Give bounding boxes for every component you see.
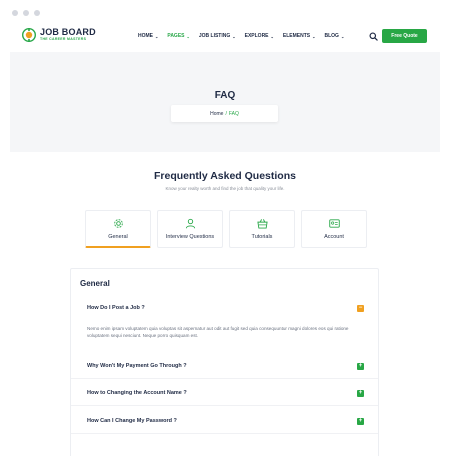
chevron-down-icon: ⌄ <box>232 33 236 39</box>
nav-item-home[interactable]: HOME ⌄ <box>138 33 158 39</box>
expand-icon[interactable]: + <box>357 363 364 370</box>
page-title: FAQ <box>214 90 236 101</box>
faq-item[interactable]: How Can I Change My Password ? + <box>71 410 378 434</box>
id-card-icon <box>328 219 340 228</box>
section-title: Frequently Asked Questions <box>154 170 296 182</box>
tab-label: General <box>108 233 128 240</box>
free-quote-button[interactable]: Free Quote <box>382 29 427 43</box>
collapse-icon[interactable]: − <box>357 305 364 312</box>
chevron-down-icon: ⌄ <box>312 33 316 39</box>
logo-title: JOB BOARD <box>40 27 96 37</box>
window-dot <box>23 10 29 16</box>
chevron-down-icon: ⌄ <box>186 33 190 39</box>
breadcrumb-home-link[interactable]: Home <box>210 111 223 117</box>
nav-item-blog[interactable]: BLOG ⌄ <box>324 33 344 39</box>
faq-panel-heading: General <box>80 279 110 288</box>
basket-icon <box>256 219 268 229</box>
breadcrumb-current: FAQ <box>228 110 239 117</box>
chevron-down-icon: ⌄ <box>270 33 274 39</box>
tab-label: Account <box>324 234 344 240</box>
nav-label: HOME <box>138 33 153 39</box>
gear-icon <box>113 218 123 228</box>
faq-tabs: General Interview Questions Tutorials Ac… <box>85 210 367 248</box>
faq-answer: Nemo enim ipsam voluptatem quia voluptas… <box>87 326 349 338</box>
faq-item[interactable]: How Do I Post a Job ? − <box>71 297 378 321</box>
chevron-down-icon: ⌄ <box>340 33 345 39</box>
expand-icon[interactable]: + <box>357 390 364 397</box>
nav-item-explore[interactable]: EXPLORE ⌄ <box>245 33 274 39</box>
logo[interactable]: JOB BOARD THE CAREER MASTERS <box>22 28 96 42</box>
tab-interview-questions[interactable]: Interview Questions <box>157 210 223 248</box>
window-dot <box>12 10 18 16</box>
faq-item[interactable]: How to Changing the Account Name ? + <box>71 382 378 406</box>
nav-label: BLOG <box>324 33 339 39</box>
nav-item-pages[interactable]: PAGES ⌄ <box>167 33 190 39</box>
window-dot <box>34 10 40 16</box>
main-nav: HOME ⌄ PAGES ⌄ JOB LISTING ⌄ EXPLORE ⌄ ELEME… <box>138 33 344 39</box>
nav-item-job-listing[interactable]: JOB LISTING ⌄ <box>199 33 236 39</box>
search-icon[interactable] <box>369 32 378 41</box>
nav-item-elements[interactable]: ELEMENTS ⌄ <box>283 33 316 39</box>
site-header: JOB BOARD THE CAREER MASTERS HOME ⌄ PAGES… <box>10 22 440 52</box>
section-subtitle: Know your realty worth and find the job … <box>165 186 285 191</box>
tab-tutorials[interactable]: Tutorials <box>229 210 295 248</box>
expand-icon[interactable]: + <box>357 418 364 425</box>
faq-question: How Can I Change My Password ? <box>87 418 177 424</box>
faq-item[interactable]: Why Won't My Payment Go Through ? + <box>71 355 378 379</box>
window-controls <box>12 10 40 16</box>
nav-label: JOB LISTING <box>198 33 231 39</box>
nav-label: ELEMENTS <box>282 33 311 39</box>
tab-label: Interview Questions <box>165 234 215 240</box>
tab-account[interactable]: Account <box>301 210 367 248</box>
page-hero: FAQ Home / FAQ <box>10 52 440 152</box>
user-icon <box>185 218 195 229</box>
logo-badge-icon <box>22 28 36 42</box>
breadcrumb: Home / FAQ <box>171 105 278 122</box>
faq-question: How to Changing the Account Name ? <box>87 390 187 396</box>
page-frame: JOB BOARD THE CAREER MASTERS HOME ⌄ PAGES… <box>10 22 440 456</box>
faq-panel: General How Do I Post a Job ? − Nemo eni… <box>70 268 379 456</box>
nav-label: EXPLORE <box>244 33 269 39</box>
tab-label: Tutorials <box>251 234 273 240</box>
breadcrumb-separator: / <box>225 110 227 117</box>
faq-question: Why Won't My Payment Go Through ? <box>87 363 187 369</box>
nav-label: PAGES <box>167 33 185 39</box>
logo-subtitle: THE CAREER MASTERS <box>40 37 87 41</box>
chevron-down-icon: ⌄ <box>155 33 159 39</box>
faq-question: How Do I Post a Job ? <box>87 305 145 311</box>
tab-general[interactable]: General <box>85 210 151 248</box>
